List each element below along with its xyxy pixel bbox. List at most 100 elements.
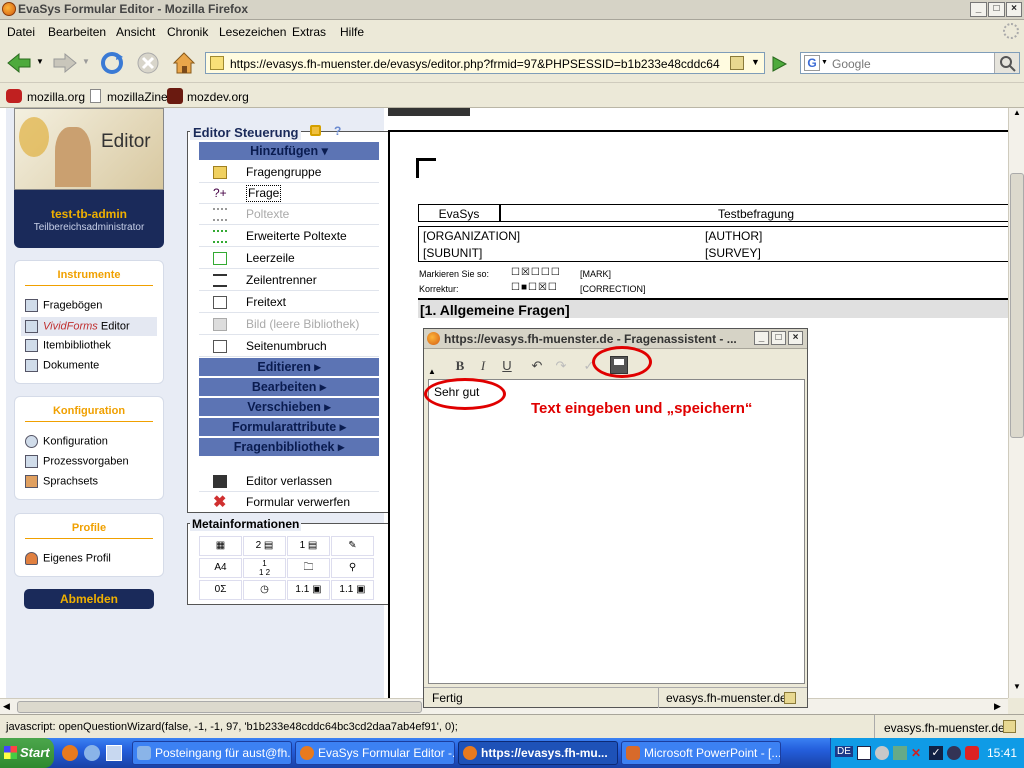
- pencil-icon[interactable]: ✎: [331, 536, 374, 556]
- sidebar-item-vividforms-editor[interactable]: VividForms Editor: [25, 320, 130, 333]
- undo-icon[interactable]: ↶: [527, 357, 547, 375]
- popup-maximize-button[interactable]: □: [771, 331, 786, 345]
- tray-x-icon[interactable]: ✕: [911, 746, 925, 760]
- task-evasys-editor[interactable]: EvaSys Formular Editor -...: [295, 741, 455, 765]
- stop-icon[interactable]: [135, 51, 161, 75]
- redo-icon[interactable]: ↷: [551, 357, 571, 375]
- task-fragenassistent[interactable]: https://evasys.fh-mu...: [458, 741, 618, 765]
- meta-page-number[interactable]: 1 ▤: [287, 536, 330, 556]
- meta-doc-version[interactable]: 1.1 ▣: [331, 580, 374, 600]
- minimize-button[interactable]: _: [970, 2, 987, 17]
- meta-search-icon[interactable]: ⚲: [331, 558, 374, 578]
- menu-bearbeiten[interactable]: Bearbeiten: [48, 25, 106, 39]
- url-text[interactable]: https://evasys.fh-muenster.de/evasys/edi…: [230, 57, 720, 71]
- popup-close-button[interactable]: ×: [788, 331, 803, 345]
- sidebar-item-eigenes-profil[interactable]: Eigenes Profil: [25, 552, 111, 565]
- firefox-quicklaunch-icon[interactable]: [62, 745, 78, 761]
- menu-lesezeichen[interactable]: Lesezeichen: [219, 25, 286, 39]
- add-item-bild[interactable]: Bild (leere Bibliothek): [199, 314, 379, 335]
- text-editor-area[interactable]: Sehr gut: [428, 379, 805, 684]
- underline-button[interactable]: U: [497, 357, 517, 375]
- sidebar-item-dokumente[interactable]: Dokumente: [25, 359, 99, 372]
- menu-chronik[interactable]: Chronik: [167, 25, 208, 39]
- add-item-erweiterte-poltexte[interactable]: Erweiterte Poltexte: [199, 226, 379, 247]
- url-bar[interactable]: https://evasys.fh-muenster.de/evasys/edi…: [205, 52, 765, 74]
- url-dropdown-icon[interactable]: ▼: [751, 57, 760, 67]
- sidebar-item-sprachsets[interactable]: Sprachsets: [25, 475, 98, 488]
- go-arrow-icon[interactable]: [769, 54, 789, 74]
- reload-icon[interactable]: [99, 51, 125, 75]
- forward-arrow-icon[interactable]: [52, 51, 78, 75]
- media-play-icon[interactable]: [857, 746, 871, 760]
- search-engine-dropdown-icon[interactable]: ▼: [821, 59, 828, 66]
- add-item-freitext[interactable]: Freitext: [199, 292, 379, 313]
- italic-button[interactable]: I: [473, 357, 493, 375]
- scroll-left-icon[interactable]: ◀: [3, 701, 10, 712]
- forward-dropdown-icon[interactable]: ▼: [82, 57, 90, 66]
- bookmark-mozilla-org[interactable]: mozilla.org: [27, 90, 85, 104]
- close-button[interactable]: ×: [1006, 2, 1022, 17]
- bookmark-mozillazine[interactable]: mozillaZine: [107, 90, 168, 104]
- menu-datei[interactable]: Datei: [7, 25, 35, 39]
- bookmark-mozdev-org[interactable]: mozdev.org: [187, 90, 249, 104]
- menu-fragenbibliothek[interactable]: Fragenbibliothek ▸: [199, 438, 379, 456]
- search-engine-icon[interactable]: G: [804, 55, 820, 71]
- tray-globe-icon[interactable]: [947, 746, 961, 760]
- vertical-scrollbar[interactable]: ▲ ▼: [1008, 108, 1024, 698]
- sidebar-item-itembibliothek[interactable]: Itembibliothek: [25, 339, 111, 352]
- add-item-poltexte[interactable]: Poltexte: [199, 204, 379, 225]
- scroll-down-icon[interactable]: ▼: [1010, 682, 1024, 698]
- logout-button[interactable]: Abmelden: [24, 589, 154, 609]
- task-posteingang[interactable]: Posteingang für aust@fh...: [132, 741, 292, 765]
- add-item-leerzeile[interactable]: Leerzeile: [199, 248, 379, 269]
- meta-pages-count[interactable]: 2 ▤: [243, 536, 286, 556]
- exit-editor-item[interactable]: Editor verlassen: [199, 471, 379, 492]
- language-indicator[interactable]: DE: [835, 746, 853, 757]
- scroll-right-icon[interactable]: ▶: [994, 701, 1001, 712]
- add-item-frage[interactable]: ?+ Frage: [199, 183, 379, 204]
- back-dropdown-icon[interactable]: ▼: [36, 57, 44, 66]
- sidebar-item-konfiguration[interactable]: Konfiguration: [25, 435, 108, 448]
- scroll-up-icon[interactable]: ▲: [1010, 108, 1024, 124]
- meta-paper-size[interactable]: A4: [199, 558, 242, 578]
- tray-app-icon[interactable]: [893, 746, 907, 760]
- add-item-seitenumbruch[interactable]: Seitenumbruch: [199, 336, 379, 357]
- menu-ansicht[interactable]: Ansicht: [116, 25, 155, 39]
- menu-hilfe[interactable]: Hilfe: [340, 25, 364, 39]
- lock-icon[interactable]: [730, 56, 744, 70]
- search-button[interactable]: [994, 53, 1019, 73]
- bold-button[interactable]: B: [450, 357, 470, 375]
- menu-formularattribute[interactable]: Formularattribute ▸: [199, 418, 379, 436]
- discard-form-item[interactable]: ✖ Formular verwerfen: [199, 492, 379, 513]
- menu-extras[interactable]: Extras: [292, 25, 326, 39]
- back-arrow-icon[interactable]: [6, 51, 32, 75]
- menu-verschieben[interactable]: Verschieben ▸: [199, 398, 379, 416]
- sidebar-item-frageboegen[interactable]: Fragebögen: [25, 299, 102, 312]
- meta-sum-count[interactable]: 0Σ: [199, 580, 242, 600]
- add-menu-header[interactable]: Hinzufügen ▾: [199, 142, 379, 160]
- start-button[interactable]: Start: [0, 738, 54, 768]
- home-icon[interactable]: [171, 50, 197, 76]
- menu-bearbeiten-editor[interactable]: Bearbeiten ▸: [199, 378, 379, 396]
- help-icon[interactable]: ?: [334, 124, 341, 138]
- thunderbird-quicklaunch-icon[interactable]: [84, 745, 100, 761]
- meta-folder-icon[interactable]: 🗀: [287, 558, 330, 578]
- desktop-quicklaunch-icon[interactable]: [106, 745, 122, 761]
- menu-editieren[interactable]: Editieren ▸: [199, 358, 379, 376]
- scrollbar-thumb[interactable]: [1010, 173, 1024, 438]
- add-item-zeilentrenner[interactable]: Zeilentrenner: [199, 270, 379, 291]
- lock-icon[interactable]: [310, 125, 321, 136]
- network-icon[interactable]: [875, 746, 889, 760]
- tray-check-icon[interactable]: ✓: [929, 746, 943, 760]
- sidebar-item-prozessvorgaben[interactable]: Prozessvorgaben: [25, 455, 129, 468]
- meta-pdf-version[interactable]: 1.1 ▣: [287, 580, 330, 600]
- search-box[interactable]: G ▼ Google: [800, 52, 1020, 74]
- tray-red-icon[interactable]: [965, 746, 979, 760]
- task-powerpoint[interactable]: Microsoft PowerPoint - [...: [621, 741, 781, 765]
- search-input[interactable]: Google: [832, 57, 871, 71]
- hscroll-thumb[interactable]: [17, 701, 422, 713]
- toolbar-collapse-icon[interactable]: ▲: [428, 367, 436, 376]
- add-item-fragengruppe[interactable]: Fragengruppe: [199, 162, 379, 183]
- maximize-button[interactable]: □: [988, 2, 1005, 17]
- meta-fraction-icon[interactable]: 11 2: [243, 558, 286, 578]
